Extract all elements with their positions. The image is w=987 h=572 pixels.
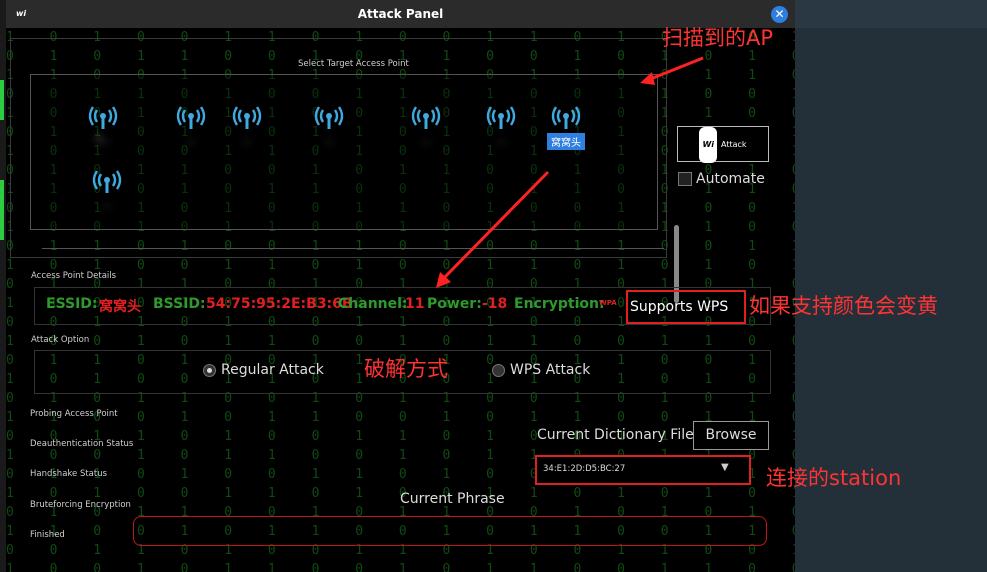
annotation-wps-color: 如果支持颜色会变黄 [749,294,938,318]
annotation-scanned-ap: 扫描到的AP [662,26,774,50]
annotation-crack-method: 破解方式 [364,357,448,381]
arrow-line [647,56,704,82]
annotation-connected-station: 连接的station [766,466,902,490]
arrow-line [440,170,550,282]
arrow-head [640,72,655,85]
